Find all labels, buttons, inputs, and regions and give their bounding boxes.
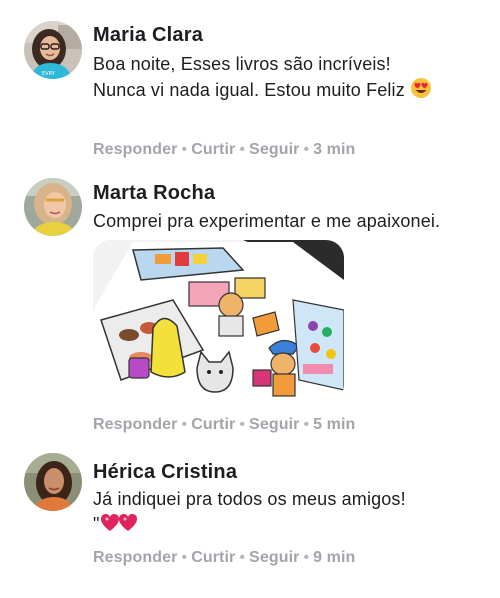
follow-button[interactable]: Seguir [249, 416, 299, 433]
reply-button[interactable]: Responder [93, 416, 177, 433]
avatar[interactable]: EVRY [24, 21, 82, 79]
comment-text-line: Comprei pra experimentar e me apaixonei. [93, 211, 441, 231]
comment-author[interactable]: Maria Clara [93, 24, 203, 47]
follow-button[interactable]: Seguir [249, 141, 299, 158]
like-button[interactable]: Curtir [191, 416, 235, 433]
comment-timestamp: 3 min [313, 141, 356, 158]
separator-dot: • [239, 549, 246, 566]
separator-dot: • [181, 549, 188, 566]
separator-dot: • [181, 416, 188, 433]
separator-dot: • [303, 141, 310, 158]
separator-dot: • [303, 549, 310, 566]
comment-author[interactable]: Hérica Cristina [93, 461, 237, 484]
comment-text-line-with-emoji: Nunca vi nada igual. Estou muito Feliz [93, 77, 432, 106]
coloring-book-photo[interactable] [93, 240, 344, 403]
follow-button[interactable]: Seguir [249, 549, 299, 566]
like-button[interactable]: Curtir [191, 141, 235, 158]
reply-button[interactable]: Responder [93, 141, 177, 158]
comment-text-line: Boa noite, Esses livros são incríveis! [93, 54, 391, 74]
reply-button[interactable]: Responder [93, 549, 177, 566]
like-button[interactable]: Curtir [191, 549, 235, 566]
comment-text-line: Já indiquei pra todos os meus amigos! [93, 489, 406, 509]
comment-text-line-with-emoji: " [93, 511, 138, 540]
svg-text:EVRY: EVRY [42, 71, 56, 77]
comment-item: EVRY Maria Clara Boa noite, Esses livros… [0, 0, 500, 175]
comment-actions: Responder • Curtir • Seguir • 3 min [93, 141, 355, 159]
comment-author[interactable]: Marta Rocha [93, 182, 215, 205]
heart-eyes-emoji [410, 77, 432, 106]
comment-item: Hérica Cristina Já indiquei pra todos os… [0, 445, 500, 598]
separator-dot: • [181, 141, 188, 158]
comment-timestamp: 9 min [313, 549, 356, 566]
separator-dot: • [239, 141, 246, 158]
comment-actions: Responder • Curtir • Seguir • 5 min [93, 416, 355, 434]
avatar[interactable] [24, 453, 82, 511]
separator-dot: • [303, 416, 310, 433]
comment-actions: Responder • Curtir • Seguir • 9 min [93, 549, 355, 567]
avatar[interactable] [24, 178, 82, 236]
comment-timestamp: 5 min [313, 416, 356, 433]
comment-item: Marta Rocha Comprei pra experimentar e m… [0, 175, 500, 445]
comment-text: Nunca vi nada igual. Estou muito Feliz [93, 80, 405, 100]
separator-dot: • [239, 416, 246, 433]
heart-emoji [100, 513, 138, 540]
